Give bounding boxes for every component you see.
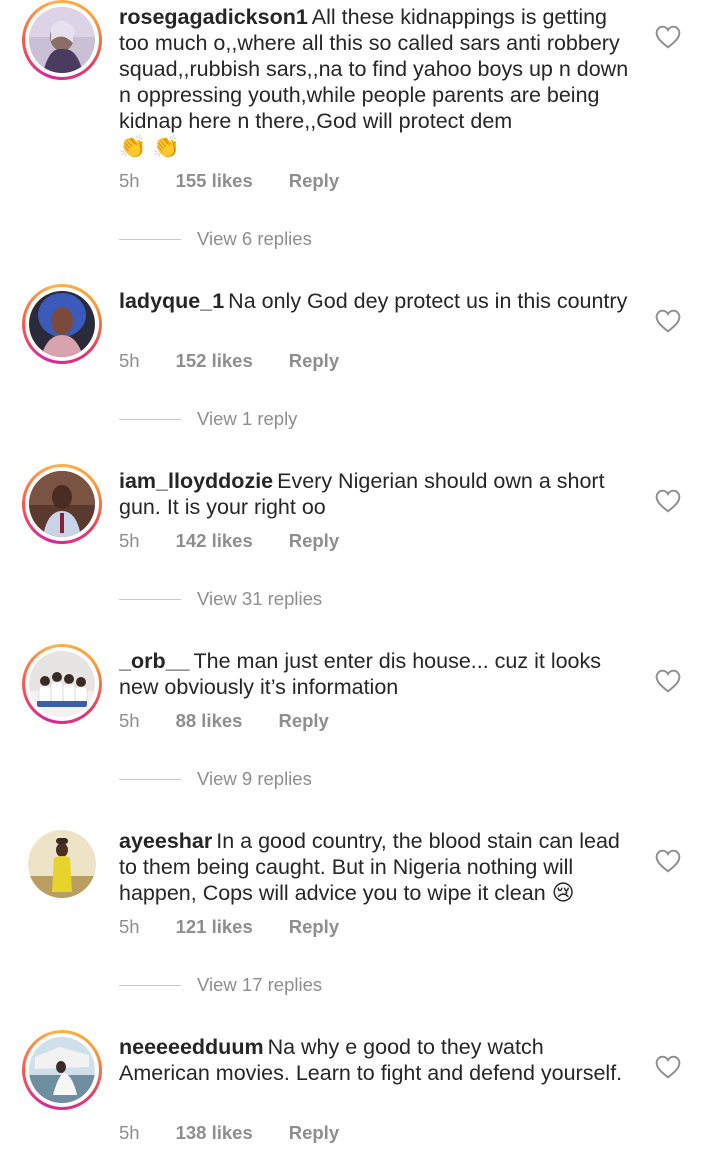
comment-meta: 5h 138 likes Reply	[119, 1122, 339, 1144]
view-replies-label: View 31 replies	[197, 588, 323, 609]
replies-divider	[119, 598, 181, 600]
comment-text: _orb__ The man just enter dis house... cu…	[119, 648, 639, 700]
comment-likes[interactable]: 152 likes	[176, 350, 253, 372]
comment-text: ayeeshar In a good country, the blood sta…	[119, 828, 639, 906]
comment-meta: 5h 142 likes Reply	[119, 530, 339, 552]
view-replies-button[interactable]: View 6 replies	[119, 228, 312, 250]
comment-body: Na only God dey protect us in this count…	[228, 289, 628, 313]
replies-divider	[119, 984, 181, 986]
avatar[interactable]	[22, 284, 102, 364]
comment-meta: 5h 155 likes Reply	[119, 170, 339, 192]
view-replies-button[interactable]: View 31 replies	[119, 588, 322, 610]
reply-button[interactable]: Reply	[278, 710, 328, 732]
comment-time: 5h	[119, 1122, 140, 1143]
comment-username[interactable]: neeeeedduum	[119, 1035, 264, 1059]
comment-likes[interactable]: 121 likes	[176, 916, 253, 938]
reply-button[interactable]: Reply	[289, 916, 339, 938]
comment-meta: 5h 152 likes Reply	[119, 350, 339, 372]
view-replies-button[interactable]: View 1 reply	[119, 408, 297, 430]
clapping-hands-emoji: 👏 👏	[119, 134, 180, 159]
crying-face-emoji: 😢	[551, 880, 575, 905]
comment-time: 5h	[119, 170, 140, 191]
comment-likes[interactable]: 155 likes	[176, 170, 253, 192]
heart-icon[interactable]	[655, 25, 681, 49]
comment-username[interactable]: _orb__	[119, 649, 190, 673]
comment-likes[interactable]: 138 likes	[176, 1122, 253, 1144]
comment-meta: 5h 88 likes Reply	[119, 710, 329, 732]
view-replies-label: View 9 replies	[197, 768, 312, 789]
view-replies-label: View 17 replies	[197, 974, 323, 995]
avatar[interactable]	[22, 0, 102, 80]
comment-text: ladyque_1 Na only God dey protect us in t…	[119, 288, 639, 314]
comment-username[interactable]: rosegagadickson1	[119, 5, 308, 29]
reply-button[interactable]: Reply	[289, 530, 339, 552]
replies-divider	[119, 778, 181, 780]
comment-text: iam_lloyddozie Every Nigerian should own …	[119, 468, 639, 520]
comment-username[interactable]: ladyque_1	[119, 289, 224, 313]
avatar[interactable]	[22, 464, 102, 544]
view-replies-label: View 1 reply	[197, 408, 298, 429]
comment-username[interactable]: ayeeshar	[119, 829, 212, 853]
avatar[interactable]	[22, 1030, 102, 1110]
comment-likes[interactable]: 88 likes	[176, 710, 243, 732]
view-replies-button[interactable]: View 9 replies	[119, 768, 312, 790]
comment-time: 5h	[119, 530, 140, 551]
heart-icon[interactable]	[655, 489, 681, 513]
view-replies-button[interactable]: View 17 replies	[119, 974, 322, 996]
replies-divider	[119, 418, 181, 420]
avatar[interactable]	[22, 644, 102, 724]
comment-text: rosegagadickson1 All these kidnappings is…	[119, 4, 639, 160]
view-replies-label: View 6 replies	[197, 228, 312, 249]
comment-username[interactable]: iam_lloyddozie	[119, 469, 273, 493]
comment-text: neeeeedduum Na why e good to they watch A…	[119, 1034, 639, 1086]
comment-time: 5h	[119, 710, 140, 731]
comment-body: The man just enter dis house... cuz it l…	[119, 649, 602, 699]
heart-icon[interactable]	[655, 669, 681, 693]
comment-time: 5h	[119, 350, 140, 371]
heart-icon[interactable]	[655, 849, 681, 873]
comment-likes[interactable]: 142 likes	[176, 530, 253, 552]
reply-button[interactable]: Reply	[289, 170, 339, 192]
comment-meta: 5h 121 likes Reply	[119, 916, 339, 938]
reply-button[interactable]: Reply	[289, 350, 339, 372]
reply-button[interactable]: Reply	[289, 1122, 339, 1144]
heart-icon[interactable]	[655, 1055, 681, 1079]
comment-time: 5h	[119, 916, 140, 937]
avatar[interactable]	[28, 830, 96, 898]
heart-icon[interactable]	[655, 309, 681, 333]
replies-divider	[119, 238, 181, 240]
